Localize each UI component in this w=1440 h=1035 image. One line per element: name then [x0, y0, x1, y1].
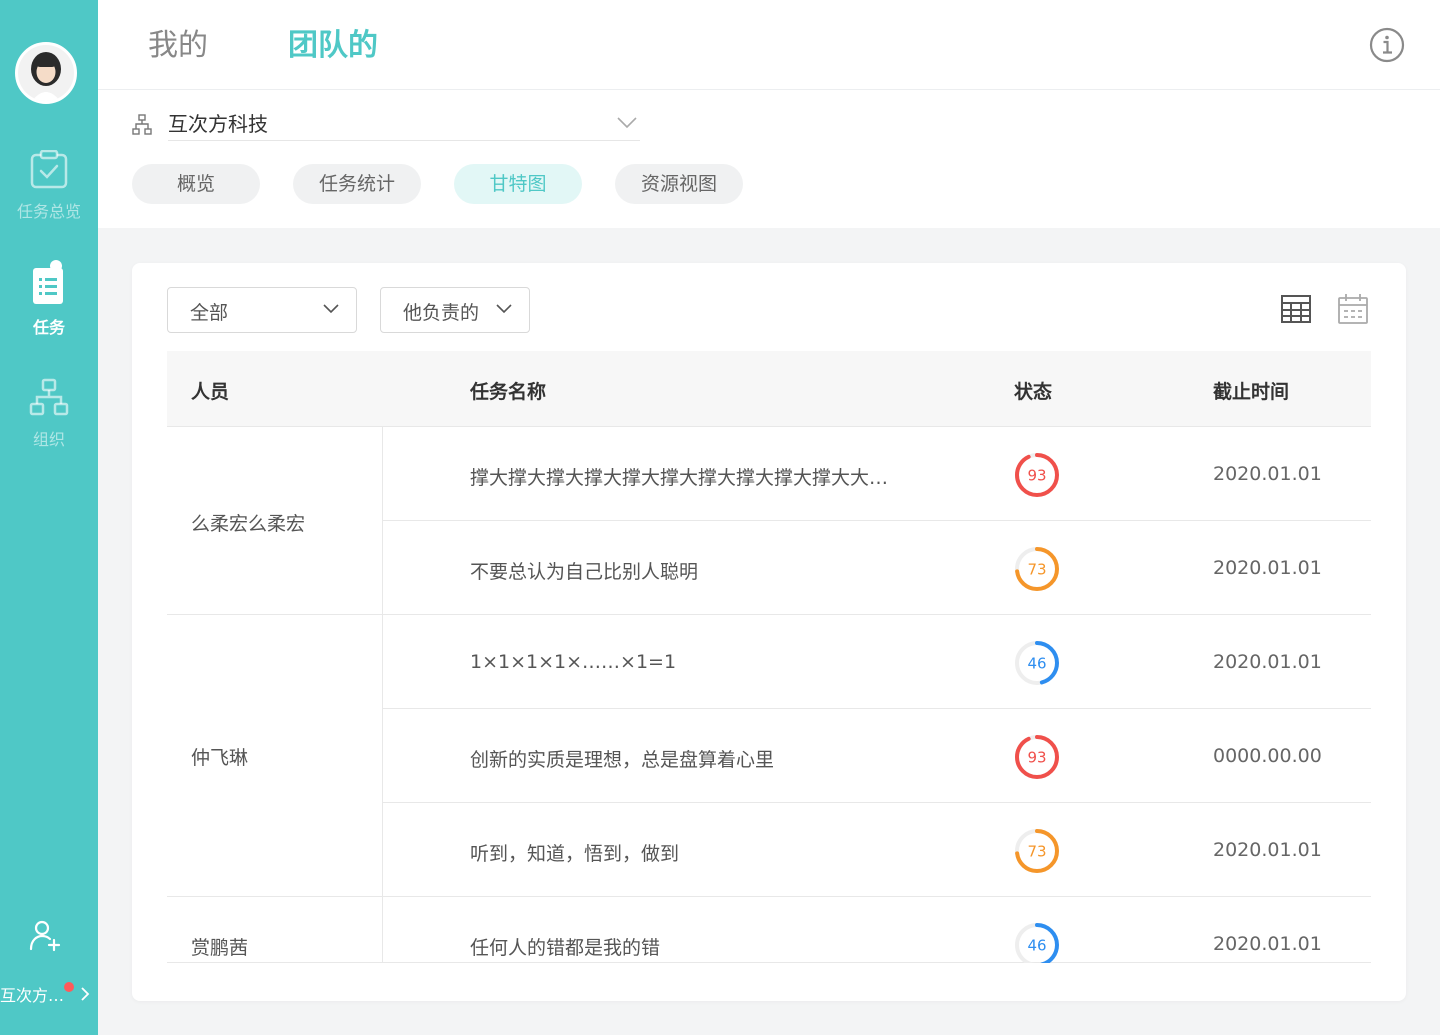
table-header: 人员 任务名称 状态 截止时间: [167, 351, 1371, 427]
deadline: 2020.01.01: [1213, 557, 1322, 579]
column-header-deadline: 截止时间: [1213, 381, 1290, 403]
table-row[interactable]: 1×1×1×1×……×1=1 46 2020.01.01: [383, 615, 1371, 709]
tab-team[interactable]: 团队的: [288, 20, 378, 64]
company-alert-dot: [64, 982, 74, 992]
table-row[interactable]: 听到，知道，悟到，做到 73 2020.01.01: [383, 803, 1371, 897]
clipboard-check-icon: [30, 150, 68, 189]
task-list-icon: [33, 268, 63, 304]
person-name: 么柔宏么柔宏: [191, 513, 306, 535]
person-cell: 仲飞琳: [167, 615, 383, 896]
calendar-view-icon[interactable]: [1337, 293, 1369, 325]
status-value: 73: [1027, 561, 1046, 579]
info-icon[interactable]: [1368, 26, 1406, 64]
role-filter-dropdown[interactable]: 他负责的: [380, 287, 530, 333]
status-value: 46: [1027, 655, 1046, 673]
header: 我的 团队的 互次方科技 概览 任务统计 甘特图 资源视图: [98, 0, 1440, 228]
column-header-status: 状态: [1014, 381, 1053, 403]
person-name: 赏鹏茜: [191, 937, 249, 959]
chevron-down-icon: [496, 304, 512, 314]
status-value: 73: [1027, 843, 1046, 861]
task-name: 听到，知道，悟到，做到: [470, 843, 680, 865]
person-cell: 么柔宏么柔宏: [167, 427, 383, 614]
header-divider: [98, 89, 1440, 90]
table-row[interactable]: 任何人的错都是我的错 46 2020.01.01: [383, 897, 1371, 963]
deadline: 0000.00.00: [1213, 745, 1322, 767]
status-value: 46: [1027, 937, 1046, 955]
table-view-icon[interactable]: [1280, 293, 1312, 325]
task-name: 1×1×1×1×……×1=1: [470, 651, 677, 673]
role-filter-value: 他负责的: [403, 302, 480, 324]
avatar-image: [18, 45, 74, 101]
status-ring: 46: [1015, 641, 1059, 685]
scope-filter-value: 全部: [190, 302, 229, 324]
tab-task-statistics[interactable]: 任务统计: [293, 164, 421, 204]
nav-organization-label: 组织: [32, 430, 65, 449]
table-row[interactable]: 不要总认为自己比别人聪明 73 2020.01.01: [383, 521, 1371, 615]
tab-mine[interactable]: 我的: [148, 20, 208, 64]
nav-task-overview[interactable]: 任务总览: [0, 150, 98, 222]
nav-tasks-label: 任务: [32, 318, 65, 337]
person-group: 仲飞琳 1×1×1×1×……×1=1 46 2020.01.01 创新的实质是理…: [167, 615, 1371, 897]
deadline: 2020.01.01: [1213, 651, 1322, 673]
task-table-card: 全部 他负责的 人员 任务名称 状态 截止时间 么柔宏么柔宏 撑大撑大撑大撑大撑…: [132, 263, 1406, 1001]
status-ring: 73: [1015, 829, 1059, 873]
chevron-down-icon: [323, 304, 339, 314]
add-user-icon: [29, 920, 61, 952]
status-value: 93: [1027, 467, 1046, 485]
task-name: 不要总认为自己比别人聪明: [470, 561, 699, 583]
table-body: 么柔宏么柔宏 撑大撑大撑大撑大撑大撑大撑大撑大撑大撑大大撑… 93 2020.0…: [167, 427, 1371, 963]
notification-dot: [50, 260, 62, 272]
organization-select-underline: [168, 140, 640, 141]
column-header-task: 任务名称: [470, 381, 547, 403]
tab-overview[interactable]: 概览: [132, 164, 260, 204]
task-name: 撑大撑大撑大撑大撑大撑大撑大撑大撑大撑大大撑…: [470, 467, 900, 489]
table-row[interactable]: 创新的实质是理想，总是盘算着心里 93 0000.00.00: [383, 709, 1371, 803]
person-group: 么柔宏么柔宏 撑大撑大撑大撑大撑大撑大撑大撑大撑大撑大大撑… 93 2020.0…: [167, 427, 1371, 615]
company-switcher-label: 互次方…: [0, 986, 65, 1005]
chevron-right-icon: [81, 987, 90, 1001]
org-tree-icon: [132, 114, 152, 135]
status-ring: 93: [1015, 453, 1059, 497]
deadline: 2020.01.01: [1213, 839, 1322, 861]
organization-name: 互次方科技: [168, 112, 268, 136]
task-name: 任何人的错都是我的错: [470, 937, 661, 959]
nav-task-overview-label: 任务总览: [16, 202, 81, 221]
organization-select[interactable]: 互次方科技: [132, 104, 640, 142]
person-cell: 赏鹏茜: [167, 897, 383, 962]
deadline: 2020.01.01: [1213, 933, 1322, 955]
person-group: 赏鹏茜 任何人的错都是我的错 46 2020.01.01: [167, 897, 1371, 963]
user-avatar[interactable]: [15, 42, 77, 104]
status-ring: 46: [1015, 923, 1059, 963]
deadline: 2020.01.01: [1213, 463, 1322, 485]
tab-gantt[interactable]: 甘特图: [454, 164, 582, 204]
company-switcher[interactable]: 互次方…: [0, 982, 98, 1006]
column-header-person: 人员: [191, 381, 230, 403]
nav-tasks[interactable]: 任务: [0, 260, 98, 338]
table-row[interactable]: 撑大撑大撑大撑大撑大撑大撑大撑大撑大撑大大撑… 93 2020.01.01: [383, 427, 1371, 521]
status-ring: 93: [1015, 735, 1059, 779]
add-member-button[interactable]: [28, 918, 64, 958]
status-ring: 73: [1015, 547, 1059, 591]
person-name: 仲飞琳: [191, 747, 249, 769]
tab-resource-view[interactable]: 资源视图: [615, 164, 743, 204]
nav-organization[interactable]: 组织: [0, 378, 98, 450]
org-chart-icon: [29, 378, 69, 416]
status-value: 93: [1027, 749, 1046, 767]
chevron-down-icon: [617, 117, 637, 129]
task-name: 创新的实质是理想，总是盘算着心里: [470, 749, 775, 771]
sidebar: 任务总览 任务 组织 互次方…: [0, 0, 98, 1035]
scope-filter-dropdown[interactable]: 全部: [167, 287, 357, 333]
task-table: 人员 任务名称 状态 截止时间 么柔宏么柔宏 撑大撑大撑大撑大撑大撑大撑大撑大撑…: [167, 351, 1371, 963]
